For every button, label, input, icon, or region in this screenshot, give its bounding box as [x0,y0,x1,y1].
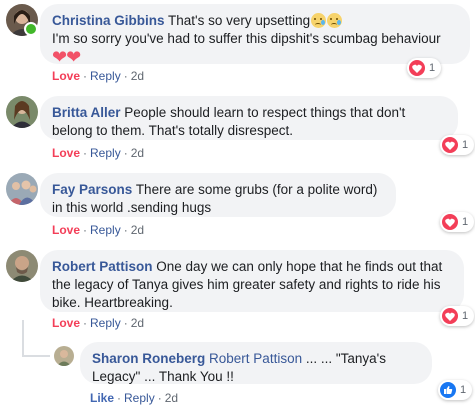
reaction-count-badge[interactable]: 1 [438,380,473,400]
thumbs-up-icon [440,382,456,398]
comment-christina-gibbins: Christina Gibbins That's so very upsetti… [0,0,475,83]
timestamp[interactable]: 2d [131,146,144,160]
avatar-image [6,173,38,205]
comment-bubble: Robert Pattison One day we can only hope… [40,250,464,312]
comment-fay-parsons: Fay Parsons There are some grubs (for a … [0,171,475,241]
timestamp[interactable]: 2d [131,316,144,330]
heart-icon [442,308,458,324]
comment-actions: Love · Reply · 2d [52,223,145,237]
crying-face-icon [311,13,327,28]
reaction-count-badge[interactable]: 1 [407,58,442,78]
timestamp[interactable]: 2d [131,69,144,83]
comment-text: That's so very upsetting [168,13,311,28]
comment-author[interactable]: Fay Parsons [52,182,132,197]
comment-actions: Love · Reply · 2d [52,316,145,330]
timestamp[interactable]: 2d [131,223,144,237]
heart-icon [442,214,458,230]
reaction-count: 1 [462,216,469,228]
comment-bubble: Britta Aller People should learn to resp… [40,96,458,140]
reply-sharon-roneberg: Sharon Roneberg Robert Pattison ... ... … [0,340,475,417]
comment-robert-pattison: Robert Pattison One day we can only hope… [0,248,475,332]
love-action[interactable]: Love [52,69,80,83]
reply-bubble: Sharon Roneberg Robert Pattison ... ... … [80,342,432,384]
reaction-count: 1 [462,310,469,322]
comment-author[interactable]: Robert Pattison [52,259,153,274]
reply-link[interactable]: Reply [124,391,155,405]
avatar-image [54,346,74,366]
reply-actions: Like · Reply · 2d [90,391,179,405]
timestamp[interactable]: 2d [165,391,178,405]
comment-text: I'm so sorry you've had to suffer this d… [52,31,441,46]
avatar[interactable] [6,96,38,128]
reaction-count-badge[interactable]: 1 [440,212,475,232]
avatar-image [6,250,38,282]
heart-icon [409,60,425,76]
reaction-count: 1 [429,62,436,74]
comment-author[interactable]: Britta Aller [52,105,121,120]
reply-link[interactable]: Reply [90,69,121,83]
reply-link[interactable]: Reply [90,316,121,330]
reaction-count-badge[interactable]: 1 [440,306,475,326]
comment-bubble: Fay Parsons There are some grubs (for a … [40,173,396,217]
love-action[interactable]: Love [52,316,80,330]
mention-link[interactable]: Robert Pattison [209,351,302,366]
reaction-count: 1 [462,139,469,151]
avatar[interactable] [6,250,38,282]
comment-bubble: Christina Gibbins That's so very upsetti… [40,4,470,67]
red-heart-icon: ❤❤ [52,47,81,67]
like-action[interactable]: Like [90,391,114,405]
love-action[interactable]: Love [52,146,80,160]
love-action[interactable]: Love [52,223,80,237]
comment-actions: Love · Reply · 2d [52,146,145,160]
comment-britta-aller: Britta Aller People should learn to resp… [0,94,475,164]
reaction-count: 1 [460,384,467,396]
crying-face-icon [327,13,343,28]
reply-link[interactable]: Reply [90,223,121,237]
avatar-image [6,96,38,128]
avatar[interactable] [6,173,38,205]
comment-author[interactable]: Christina Gibbins [52,13,165,28]
reaction-count-badge[interactable]: 1 [440,135,475,155]
online-status-dot [24,22,38,36]
avatar[interactable] [54,346,74,366]
heart-icon [442,137,458,153]
reply-author[interactable]: Sharon Roneberg [92,351,205,366]
comment-actions: Love · Reply · 2d [52,69,145,83]
reply-link[interactable]: Reply [90,146,121,160]
